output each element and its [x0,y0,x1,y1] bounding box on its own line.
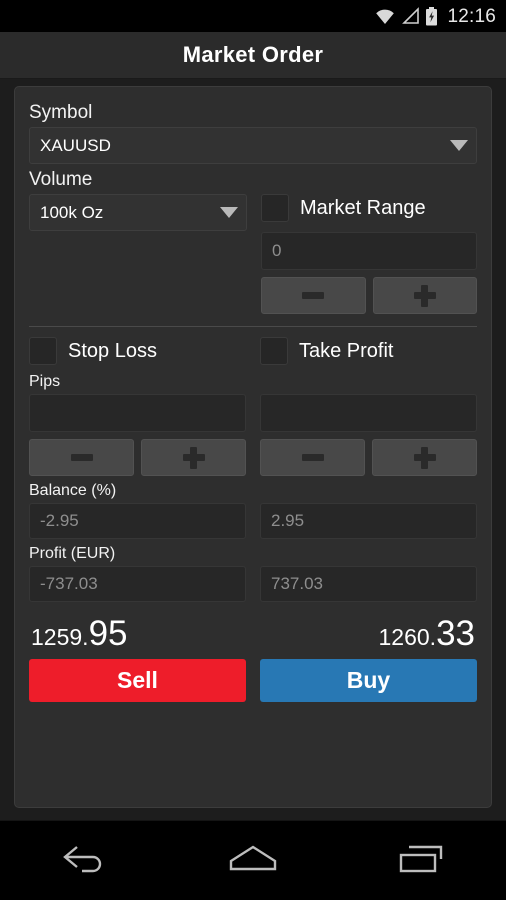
sl-tp-checkbox-row: Stop Loss Take Profit [29,337,477,365]
volume-label: Volume [29,169,93,190]
bid-price-integer: 1259. [31,624,89,650]
market-range-steppers [261,277,477,314]
sell-button-label: Sell [117,667,158,693]
market-range-value: 0 [272,241,282,260]
take-profit-increment-button[interactable] [372,439,477,476]
stop-loss-checkbox-row[interactable]: Stop Loss [29,337,246,365]
volume-select[interactable]: 100k Oz [29,194,247,231]
volume-value: 100k Oz [40,202,104,222]
stop-loss-checkbox[interactable] [29,337,57,365]
minus-icon [301,454,324,461]
pips-inputs-row [29,394,477,476]
market-range-label: Market Range [300,197,426,219]
quotes-row: 1259.95 1260.33 [29,616,477,651]
page-title: Market Order [182,42,324,67]
symbol-value: XAUUSD [40,135,111,155]
signal-icon [401,7,420,25]
ask-price-integer: 1260. [378,624,437,650]
balance-label: Balance (%) [29,482,117,499]
nav-recents-button[interactable] [377,831,467,891]
stop-loss-steppers [29,439,246,476]
chevron-down-icon [450,140,468,151]
stop-loss-decrement-button[interactable] [29,439,134,476]
ask-price-decimal: 33 [436,614,475,653]
symbol-label: Symbol [29,102,93,123]
bid-price: 1259.95 [31,616,128,651]
balance-row: -2.95 2.95 [29,503,477,539]
system-navigation-bar [0,820,506,900]
order-form-card: Symbol XAUUSD Volume 100k Oz Market Rang… [14,86,492,808]
wifi-icon [374,7,396,25]
volume-row: 100k Oz Market Range 0 [29,194,477,314]
recents-icon [395,841,449,880]
take-profit-column [260,394,477,476]
profit-sell-value: -737.03 [40,574,98,593]
plus-icon [413,284,436,307]
market-range-checkbox-row[interactable]: Market Range [261,194,477,222]
status-clock: 12:16 [447,5,496,27]
profit-label: Profit (EUR) [29,545,116,562]
back-icon [57,841,111,880]
take-profit-checkbox[interactable] [260,337,288,365]
nav-home-button[interactable] [208,831,298,891]
market-range-column: Market Range 0 [261,194,477,314]
bid-price-decimal: 95 [88,614,128,653]
take-profit-label: Take Profit [299,340,394,362]
order-actions-row: Sell Buy [29,659,477,702]
market-range-input[interactable]: 0 [261,232,477,270]
balance-sell-value: -2.95 [40,511,79,530]
section-divider [29,326,477,327]
balance-buy-input[interactable]: 2.95 [260,503,477,539]
take-profit-input[interactable] [260,394,477,432]
stop-loss-column [29,394,246,476]
volume-column: 100k Oz [29,194,247,314]
market-range-decrement-button[interactable] [261,277,366,314]
pips-label: Pips [29,373,61,390]
profit-row: -737.03 737.03 [29,566,477,602]
profit-buy-value: 737.03 [271,574,323,593]
stop-loss-increment-button[interactable] [141,439,246,476]
market-range-checkbox[interactable] [261,194,289,222]
sell-button[interactable]: Sell [29,659,246,702]
plus-icon [182,446,205,469]
app-screen: 12:16 Market Order Symbol XAUUSD Volume … [0,0,506,900]
take-profit-steppers [260,439,477,476]
symbol-select[interactable]: XAUUSD [29,127,477,164]
minus-icon [70,454,93,461]
balance-buy-value: 2.95 [271,511,305,530]
home-icon [225,841,281,880]
take-profit-checkbox-row[interactable]: Take Profit [260,337,477,365]
buy-button-label: Buy [346,667,391,693]
profit-buy-input[interactable]: 737.03 [260,566,477,602]
market-range-increment-button[interactable] [372,277,477,314]
status-bar: 12:16 [0,0,506,32]
balance-sell-input[interactable]: -2.95 [29,503,246,539]
ask-price: 1260.33 [379,616,476,651]
main-content: Symbol XAUUSD Volume 100k Oz Market Rang… [0,79,506,820]
profit-sell-input[interactable]: -737.03 [29,566,246,602]
title-bar: Market Order [0,32,506,79]
stop-loss-input[interactable] [29,394,246,432]
minus-icon [302,292,325,299]
plus-icon [413,446,436,469]
battery-charging-icon [425,6,438,26]
nav-back-button[interactable] [39,831,129,891]
chevron-down-icon [220,207,238,218]
take-profit-decrement-button[interactable] [260,439,365,476]
stop-loss-label: Stop Loss [68,340,157,362]
buy-button[interactable]: Buy [260,659,477,702]
